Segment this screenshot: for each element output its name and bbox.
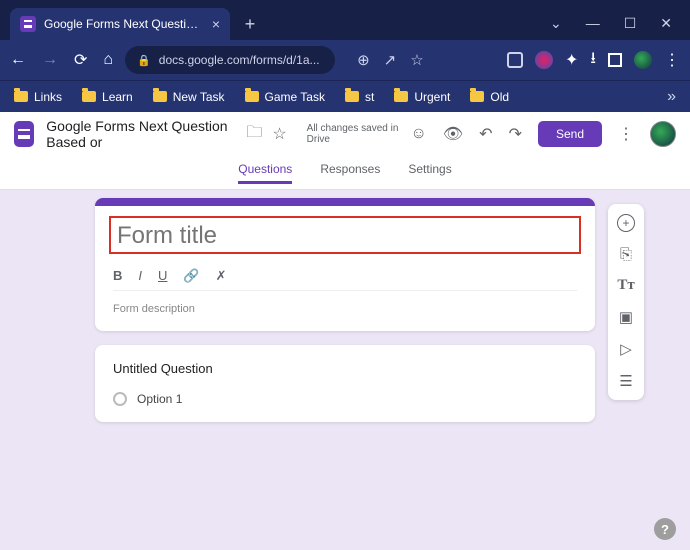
share-icon[interactable]: ↗ (384, 51, 397, 69)
folder-icon (14, 91, 28, 102)
extension-icon-2[interactable] (535, 51, 553, 69)
back-icon[interactable]: ← (10, 51, 26, 69)
add-section-icon[interactable]: ☰ (619, 372, 632, 390)
tab-questions[interactable]: Questions (238, 162, 292, 184)
lock-icon: 🔒 (137, 54, 151, 67)
window-controls: ⌄ — ☐ ✕ (550, 15, 690, 40)
add-title-icon[interactable]: Tᴛ (617, 277, 634, 294)
link-icon[interactable]: 🔗 (183, 268, 199, 284)
format-toolbar: B I U 🔗 ✗ (113, 262, 577, 291)
browser-titlebar: Google Forms Next Question Bas… × + ⌄ — … (0, 0, 690, 40)
folder-icon (345, 91, 359, 102)
save-status: All changes saved in Drive (307, 123, 399, 145)
tab-title: Google Forms Next Question Bas… (44, 17, 204, 31)
bookmark-old[interactable]: Old (470, 90, 509, 104)
bookmark-learn[interactable]: Learn (82, 90, 133, 104)
addons-icon[interactable]: ☺ (411, 125, 427, 143)
add-video-icon[interactable]: ▷ (620, 340, 632, 358)
folder-icon (470, 91, 484, 102)
move-folder-icon[interactable]: 🗀 (246, 121, 262, 148)
add-image-icon[interactable]: ▣ (619, 308, 633, 326)
doc-title[interactable]: Google Forms Next Question Based or (46, 118, 234, 150)
question-title[interactable]: Untitled Question (113, 361, 577, 376)
folder-icon (82, 91, 96, 102)
radio-icon (113, 392, 127, 406)
forms-logo-icon[interactable] (14, 121, 34, 147)
tab-settings[interactable]: Settings (408, 162, 451, 184)
omnibox[interactable]: 🔒 docs.google.com/forms/d/1a... (125, 46, 335, 74)
chevron-down-icon[interactable]: ⌄ (550, 15, 562, 32)
url-bar: ← → ⟳ ⌂ 🔒 docs.google.com/forms/d/1a... … (0, 40, 690, 80)
maximize-icon[interactable]: ☐ (624, 15, 637, 32)
browser-tab[interactable]: Google Forms Next Question Bas… × (10, 8, 230, 40)
add-question-icon[interactable]: + (617, 214, 635, 232)
home-icon[interactable]: ⌂ (103, 51, 113, 69)
close-tab-icon[interactable]: × (212, 16, 220, 32)
option-label: Option 1 (137, 392, 182, 406)
form-tabs: Questions Responses Settings (0, 156, 690, 190)
clear-format-icon[interactable]: ✗ (216, 268, 227, 284)
extension-icon-1[interactable] (507, 52, 523, 68)
redo-icon[interactable]: ↷ (509, 124, 522, 144)
forms-header: Google Forms Next Question Based or 🗀 ☆ … (0, 112, 690, 156)
preview-icon[interactable]: 👁 (443, 124, 463, 144)
question-option-1[interactable]: Option 1 (113, 392, 577, 406)
form-description-input[interactable]: Form description (113, 299, 577, 315)
tab-responses[interactable]: Responses (320, 162, 380, 184)
star-doc-icon[interactable]: ☆ (272, 124, 286, 144)
forms-favicon (20, 16, 36, 32)
help-button[interactable]: ? (654, 518, 676, 540)
bookmark-links[interactable]: Links (14, 90, 62, 104)
form-canvas: B I U 🔗 ✗ Form description Untitled Ques… (0, 190, 690, 550)
downloads-icon[interactable]: ⭳ (590, 47, 596, 74)
browser-menu-icon[interactable]: ⋮ (664, 50, 680, 70)
bookmarks-overflow-icon[interactable]: » (667, 88, 676, 106)
floating-toolbar: + ⎘ Tᴛ ▣ ▷ ☰ (608, 204, 644, 400)
url-text: docs.google.com/forms/d/1a... (159, 53, 320, 67)
underline-icon[interactable]: U (158, 268, 167, 284)
form-title-input[interactable] (117, 222, 573, 250)
undo-icon[interactable]: ↶ (479, 124, 492, 144)
star-icon[interactable]: ☆ (410, 51, 423, 69)
profile-icon[interactable] (634, 51, 652, 69)
folder-icon (245, 91, 259, 102)
panel-icon[interactable] (608, 53, 622, 67)
bookmark-new-task[interactable]: New Task (153, 90, 225, 104)
bookmarks-bar: Links Learn New Task Game Task st Urgent… (0, 80, 690, 112)
bold-icon[interactable]: B (113, 268, 122, 284)
bookmark-st[interactable]: st (345, 90, 374, 104)
close-window-icon[interactable]: ✕ (660, 15, 672, 32)
extensions-menu-icon[interactable]: ✦ (565, 50, 578, 70)
folder-icon (394, 91, 408, 102)
folder-icon (153, 91, 167, 102)
bookmark-urgent[interactable]: Urgent (394, 90, 450, 104)
new-tab-button[interactable]: + (236, 10, 264, 38)
more-menu-icon[interactable]: ⋮ (618, 124, 634, 144)
account-avatar[interactable] (650, 121, 676, 147)
form-header-card[interactable]: B I U 🔗 ✗ Form description (95, 198, 595, 331)
zoom-icon[interactable]: ⊕ (357, 51, 370, 69)
question-card[interactable]: Untitled Question Option 1 (95, 345, 595, 422)
forward-icon[interactable]: → (42, 51, 58, 69)
minimize-icon[interactable]: — (586, 15, 600, 32)
send-button[interactable]: Send (538, 121, 602, 147)
title-highlight (109, 216, 581, 254)
import-questions-icon[interactable]: ⎘ (620, 246, 632, 263)
italic-icon[interactable]: I (138, 268, 142, 284)
bookmark-game-task[interactable]: Game Task (245, 90, 325, 104)
reload-icon[interactable]: ⟳ (74, 50, 87, 70)
